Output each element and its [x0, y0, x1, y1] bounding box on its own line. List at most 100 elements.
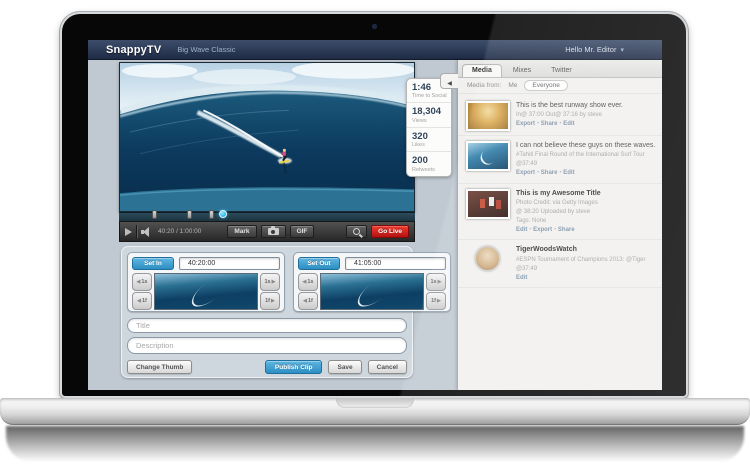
step-forward-icon	[272, 279, 276, 285]
clip-editor-panel: Set In 1s 1f 1s	[121, 246, 451, 378]
stat-label: Time to Social	[412, 93, 447, 100]
set-in-button[interactable]: Set In	[132, 257, 174, 270]
list-item[interactable]: This is the best runway show ever. In@ 3…	[458, 96, 662, 136]
collapse-panel-button[interactable]	[440, 73, 458, 89]
stat-value: 18,304	[412, 106, 442, 118]
basketball-thumbnail[interactable]	[466, 188, 510, 219]
clip-title-input[interactable]	[127, 318, 407, 333]
laptop-base	[0, 398, 750, 425]
user-menu[interactable]: Hello Mr. Editor	[565, 45, 624, 54]
out-forward-1f-button[interactable]: 1f	[426, 292, 446, 310]
step-label: 1s	[264, 279, 271, 285]
tab-twitter[interactable]: Twitter	[542, 65, 581, 77]
media-item-title: This is my Awesome Title	[516, 189, 601, 197]
out-back-1s-button[interactable]: 1s	[298, 273, 318, 291]
media-item-meta: Photo Credit: via Getty Images	[516, 199, 598, 206]
gif-button[interactable]: GIF	[289, 225, 315, 238]
media-item-title: I can not believe these guys on these wa…	[516, 142, 655, 149]
edit-link[interactable]: Edit	[516, 275, 527, 281]
in-back-1f-button[interactable]: 1f	[132, 292, 152, 310]
media-item-actions: EditExportShare	[516, 226, 655, 236]
media-item-actions: ExportShareEdit	[516, 120, 655, 130]
search-zoom-button[interactable]	[346, 225, 368, 238]
export-link[interactable]: Export	[516, 170, 535, 176]
timeline-marker-pin[interactable]	[152, 210, 157, 219]
in-forward-1s-button[interactable]: 1s	[260, 273, 280, 291]
timeline-marker-pin[interactable]	[209, 210, 214, 219]
media-item-text: I can not believe these guys on these wa…	[516, 141, 655, 179]
playhead-handle[interactable]	[219, 210, 227, 218]
list-item[interactable]: This is my Awesome Title Photo Credit: v…	[458, 184, 662, 241]
export-link[interactable]: Export	[516, 121, 535, 127]
runway-show-thumbnail[interactable]	[466, 101, 510, 131]
tab-media[interactable]: Media	[462, 64, 502, 77]
app-body: 40:20 / 1:00:00 Mark GIF Go Live Set In …	[88, 60, 662, 390]
app-header: SnappyTV Big Wave Classic Hello Mr. Edit…	[88, 40, 662, 60]
media-item-meta: Tags: None	[516, 217, 547, 224]
media-item-meta: @37:49	[516, 161, 538, 168]
edit-link[interactable]: Edit	[557, 121, 574, 127]
change-thumb-button[interactable]: Change Thumb	[127, 360, 193, 374]
share-link[interactable]: Share	[552, 227, 574, 233]
snappytv-app-window: SnappyTV Big Wave Classic Hello Mr. Edit…	[88, 40, 662, 390]
surf-wave-thumbnail[interactable]	[466, 141, 510, 171]
media-tabs: Media Mixes Twitter	[458, 60, 662, 78]
stat-value: 320	[412, 130, 428, 142]
cancel-button[interactable]: Cancel	[367, 360, 407, 374]
laptop-base-notch	[336, 398, 414, 408]
timeline-scrubber[interactable]	[119, 210, 415, 221]
out-back-1f-button[interactable]: 1f	[298, 292, 318, 310]
surf-video-frame	[120, 63, 414, 211]
media-item-text: TigerWoodsWatch #ESPN Tournament of Cham…	[516, 245, 655, 283]
set-out-time-input[interactable]	[345, 257, 446, 270]
stat-value: 200	[412, 155, 428, 167]
save-button[interactable]: Save	[328, 360, 362, 374]
time-display: 40:20 / 1:00:00	[158, 228, 202, 235]
step-label: 1f	[431, 298, 437, 304]
share-link[interactable]: Share	[535, 121, 557, 127]
media-item-meta: #Tahiti Final Round of the International…	[516, 152, 645, 159]
step-back-icon	[137, 279, 141, 285]
control-divider	[136, 225, 137, 238]
export-link[interactable]: Export	[527, 227, 552, 233]
mark-button[interactable]: Mark	[227, 225, 257, 238]
clip-description-input[interactable]	[127, 337, 407, 354]
edit-link[interactable]: Edit	[516, 227, 527, 233]
tab-mixes[interactable]: Mixes	[504, 65, 540, 77]
stat-retweets: 200 Retweets	[407, 152, 451, 175]
chevron-left-icon	[447, 72, 452, 90]
share-link[interactable]: Share	[535, 170, 557, 176]
step-label: 1s	[430, 279, 437, 285]
profile-avatar-thumbnail[interactable]	[475, 246, 500, 272]
filter-option-everyone[interactable]: Everyone	[524, 80, 568, 91]
in-out-row: Set In 1s 1f 1s	[127, 252, 451, 312]
media-panel: Media Mixes Twitter Media from: Me Every…	[457, 60, 662, 390]
filter-label: Media from:	[467, 82, 502, 89]
in-back-1s-button[interactable]: 1s	[132, 273, 152, 291]
media-item-actions: Edit	[516, 274, 655, 284]
webcam-dot	[372, 24, 377, 29]
go-live-button[interactable]: Go Live	[371, 225, 409, 238]
laptop-reflection	[6, 426, 744, 462]
volume-icon[interactable]	[141, 226, 152, 237]
stat-label: Retweets	[412, 166, 435, 173]
media-item-actions: ExportShareEdit	[516, 169, 655, 179]
edit-link[interactable]: Edit	[557, 170, 574, 176]
publish-clip-button[interactable]: Publish Clip	[264, 360, 323, 374]
out-forward-1s-button[interactable]: 1s	[426, 273, 446, 291]
set-in-card: Set In 1s 1f 1s	[127, 252, 285, 312]
filter-option-me[interactable]: Me	[508, 82, 517, 89]
snapshot-button[interactable]	[260, 225, 286, 238]
video-player[interactable]	[119, 62, 415, 212]
play-icon[interactable]	[125, 227, 132, 236]
magnifier-icon	[353, 228, 361, 235]
stat-likes: 320 Likes	[407, 128, 451, 153]
timeline-marker-pin[interactable]	[187, 210, 192, 219]
in-forward-1f-button[interactable]: 1f	[260, 292, 280, 310]
set-in-time-input[interactable]	[179, 257, 280, 270]
caret-down-icon	[620, 45, 624, 54]
set-out-button[interactable]: Set Out	[298, 257, 340, 270]
list-item[interactable]: I can not believe these guys on these wa…	[458, 136, 662, 184]
media-filter-row: Media from: Me Everyone	[458, 78, 662, 94]
list-item[interactable]: TigerWoodsWatch #ESPN Tournament of Cham…	[458, 240, 662, 289]
